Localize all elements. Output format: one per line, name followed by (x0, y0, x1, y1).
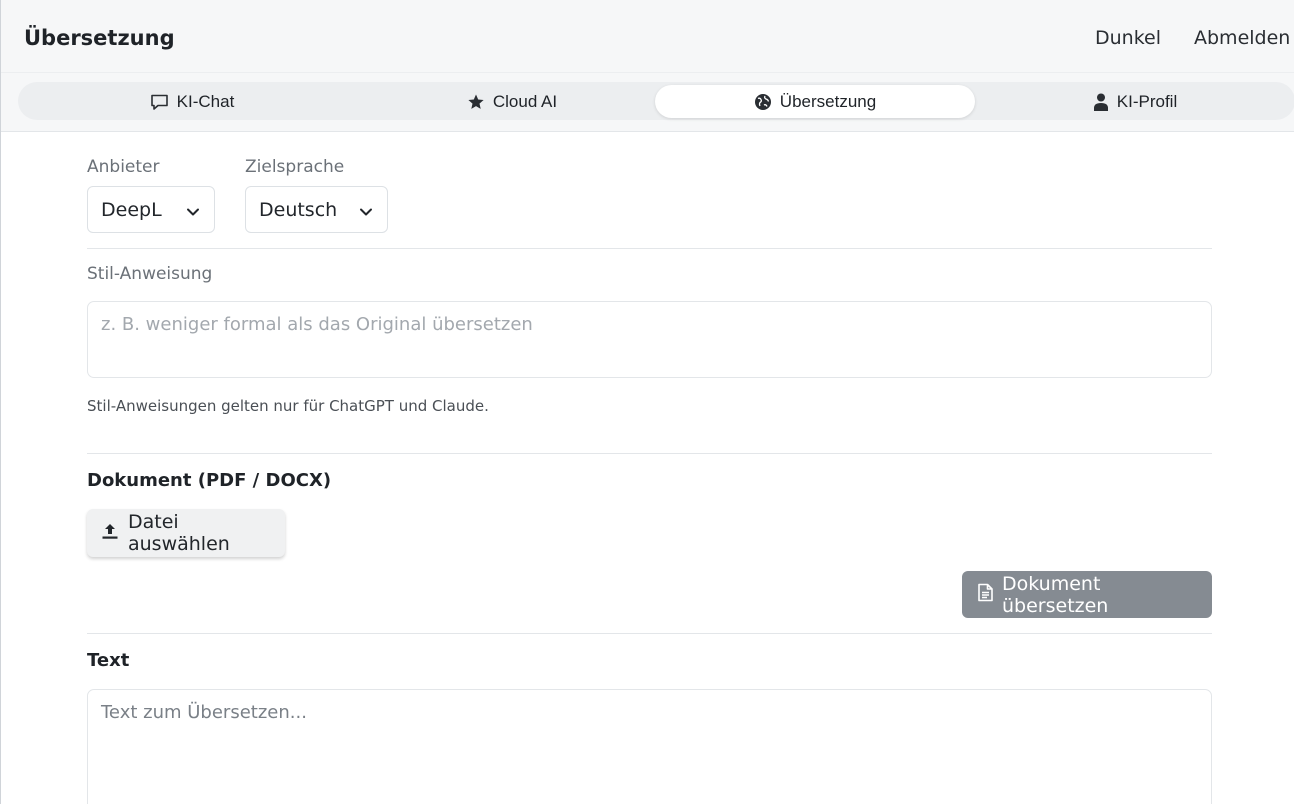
tab-label: Übersetzung (779, 91, 877, 111)
theme-toggle-link[interactable]: Dunkel (1095, 27, 1161, 49)
chat-bubble-icon (150, 93, 169, 111)
translate-document-label: Dokument übersetzen (1002, 572, 1109, 617)
text-input[interactable]: Text zum Übersetzen... (87, 689, 1212, 804)
document-icon (977, 583, 994, 607)
tab-cloud-ai[interactable]: Cloud AI (352, 85, 672, 118)
translation-app: Übersetzung Dunkel Abmelden KI-Chat Clou… (0, 0, 1294, 804)
tab-bar-container: KI-Chat Cloud AI Übersetzung KI-Profil (1, 73, 1294, 132)
divider (87, 248, 1212, 249)
tab-label: Cloud AI (492, 91, 558, 111)
translate-document-button[interactable]: Dokument übersetzen (962, 571, 1212, 618)
target-language-value: Deutsch (259, 198, 338, 221)
top-bar: Übersetzung Dunkel Abmelden (1, 0, 1294, 73)
globe-icon (754, 93, 772, 111)
style-hint: Stil-Anweisungen gelten nur für ChatGPT … (87, 397, 489, 415)
divider (87, 453, 1212, 454)
text-section-title: Text (87, 650, 130, 671)
target-language-select[interactable]: Deutsch (245, 186, 388, 233)
style-label: Stil-Anweisung (87, 264, 213, 284)
tab-bar: KI-Chat Cloud AI Übersetzung KI-Profil (18, 82, 1294, 120)
tab-label: KI-Profil (1116, 91, 1178, 111)
tab-label: KI-Chat (176, 91, 235, 111)
star-icon (467, 93, 485, 111)
chevron-down-icon (186, 202, 200, 224)
chevron-down-icon (359, 202, 373, 224)
divider (87, 633, 1212, 634)
page-title: Übersetzung (24, 26, 175, 50)
provider-select[interactable]: DeepL (87, 186, 215, 233)
tab-ki-chat[interactable]: KI-Chat (32, 85, 352, 118)
provider-value: DeepL (101, 198, 162, 221)
provider-label: Anbieter (87, 157, 160, 177)
person-icon (1093, 93, 1109, 111)
document-section-title: Dokument (PDF / DOCX) (87, 470, 332, 491)
tab-ki-profil[interactable]: KI-Profil (975, 85, 1294, 118)
choose-file-button[interactable]: Datei auswählen (87, 509, 285, 557)
upload-icon (101, 522, 119, 545)
tab-uebersetzung[interactable]: Übersetzung (655, 85, 975, 118)
style-instruction-input[interactable]: z. B. weniger formal als das Original üb… (87, 301, 1212, 378)
choose-file-label: Datei auswählen (128, 511, 230, 555)
target-language-label: Zielsprache (245, 157, 345, 177)
logout-link[interactable]: Abmelden (1194, 27, 1290, 49)
